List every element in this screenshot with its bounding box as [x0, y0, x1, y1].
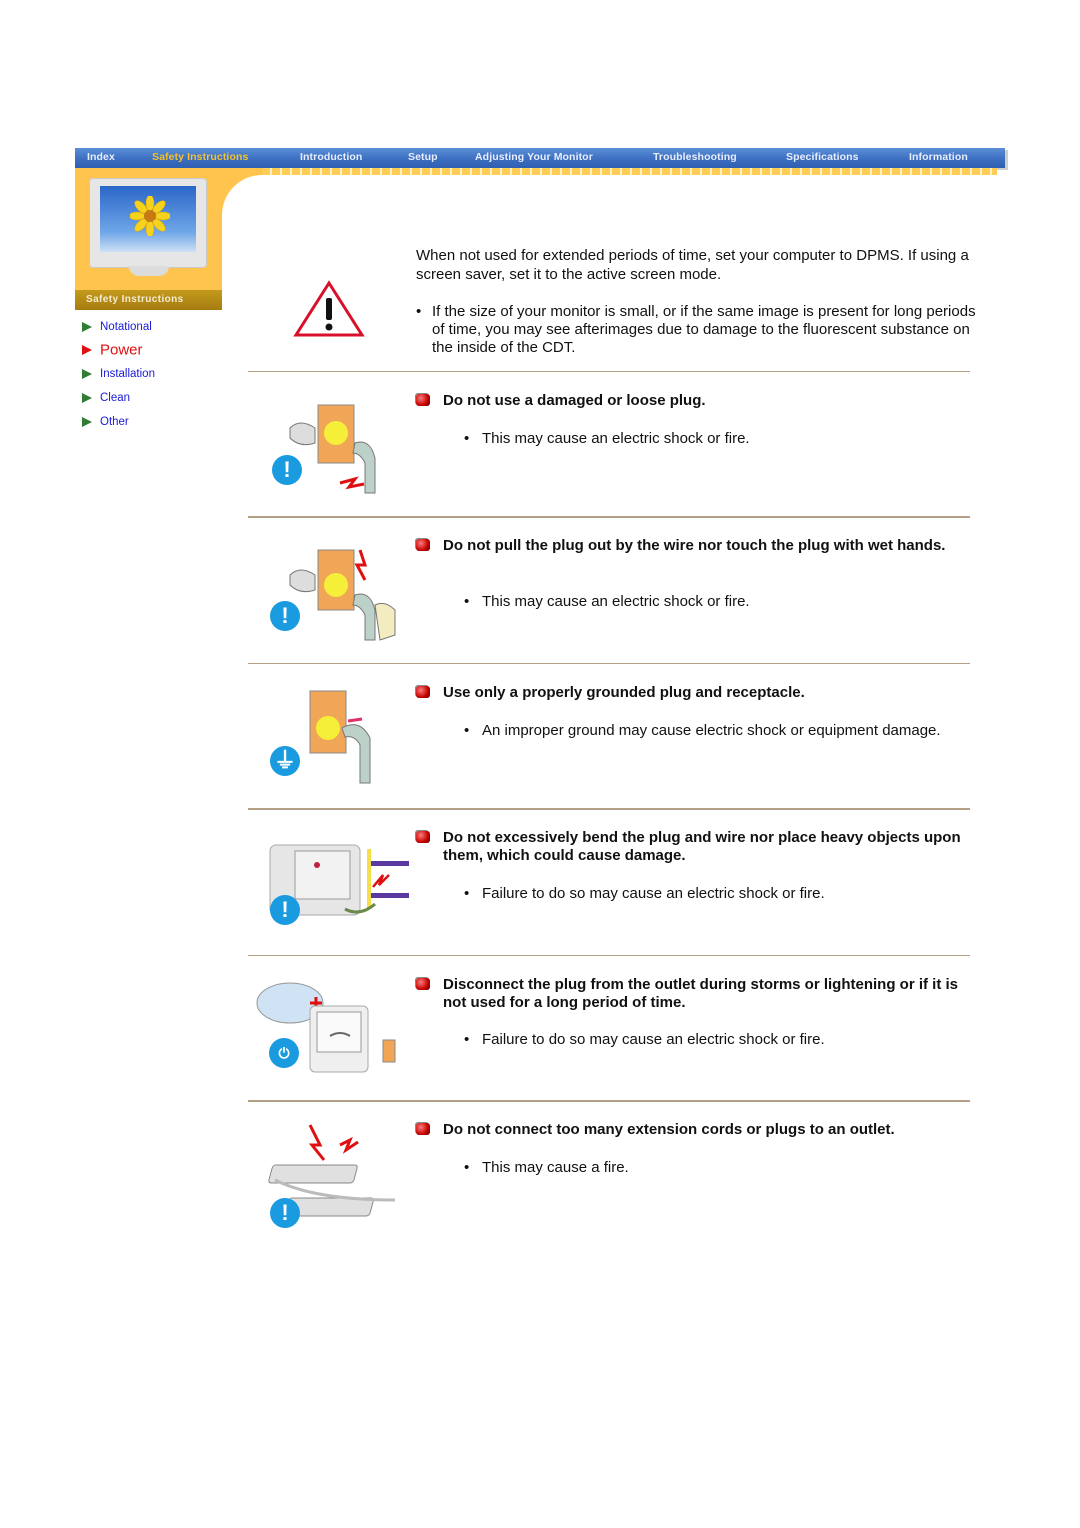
sidebar-item-label: Clean — [100, 391, 131, 404]
section-title: Use only a properly grounded plug and re… — [416, 684, 976, 702]
section-divider — [248, 955, 970, 956]
monitor-screen — [100, 186, 196, 252]
section-bullet: This may cause an electric shock or fire… — [464, 430, 962, 448]
section-divider — [248, 808, 970, 810]
intro-bullet: If the size of your monitor is small, or… — [416, 303, 992, 357]
section-bullet: This may cause an electric shock or fire… — [464, 593, 962, 611]
intro-paragraph: When not used for extended periods of ti… — [416, 247, 969, 283]
section-divider — [248, 371, 970, 372]
sidebar-item-label: Installation — [100, 367, 155, 380]
damaged-plug-illustration: ! — [270, 393, 410, 498]
arrow-right-icon — [82, 321, 92, 332]
sunflower-icon — [130, 196, 170, 236]
section-title: Do not use a damaged or loose plug. — [416, 392, 976, 410]
red-ball-icon — [416, 978, 430, 990]
exclamation-icon: ! — [270, 895, 300, 925]
bent-wire-illustration: ! — [265, 837, 410, 927]
sidebar-item-installation[interactable]: Installation — [82, 365, 155, 383]
ground-icon: ⏚ — [270, 746, 300, 776]
section-bullet: This may cause a fire. — [464, 1159, 962, 1177]
warning-triangle-icon — [293, 280, 365, 337]
section-divider — [248, 1100, 970, 1102]
nav-safety-instructions[interactable]: Safety Instructions — [152, 151, 248, 163]
nav-setup[interactable]: Setup — [408, 151, 438, 163]
section-bullet: Failure to do so may cause an electric s… — [464, 1031, 962, 1049]
monitor-illustration — [89, 178, 207, 278]
sidebar-item-other[interactable]: Other — [82, 413, 129, 431]
section-bullet: Failure to do so may cause an electric s… — [464, 885, 962, 903]
red-ball-icon — [416, 539, 430, 551]
nav-troubleshooting[interactable]: Troubleshooting — [653, 151, 737, 163]
section-title: Do not excessively bend the plug and wir… — [416, 829, 976, 865]
exclamation-icon: ! — [272, 455, 302, 485]
arrow-right-icon — [82, 368, 92, 379]
sidebar-item-clean[interactable]: Clean — [82, 389, 130, 407]
sidebar-item-notational[interactable]: Notational — [82, 318, 152, 336]
monitor-stand — [129, 266, 169, 276]
nav-index[interactable]: Index — [87, 151, 115, 163]
section-divider — [248, 516, 970, 518]
grounded-plug-illustration: ⏚ — [270, 686, 410, 791]
section-title: Do not pull the plug out by the wire nor… — [416, 537, 976, 555]
section-divider — [248, 663, 970, 664]
arrow-right-icon — [82, 392, 92, 403]
arrow-right-icon — [82, 344, 92, 355]
overloaded-outlet-illustration: ! — [265, 1120, 410, 1232]
wet-hands-plug-illustration: ! — [270, 545, 410, 645]
red-ball-icon — [416, 1123, 430, 1135]
unplug-icon: ⏻ — [269, 1038, 299, 1068]
nav-decorative-dashes — [222, 168, 997, 175]
red-ball-icon — [416, 394, 430, 406]
sidebar-item-power[interactable]: Power — [82, 341, 143, 359]
section-bullet: An improper ground may cause electric sh… — [464, 722, 962, 740]
sidebar-item-label: Other — [100, 415, 129, 428]
arrow-right-icon — [82, 416, 92, 427]
nav-specifications[interactable]: Specifications — [786, 151, 859, 163]
sidebar-item-label: Notational — [100, 320, 152, 333]
frame-curve — [222, 168, 282, 255]
section-title: Disconnect the plug from the outlet duri… — [416, 976, 976, 1012]
nav-introduction[interactable]: Introduction — [300, 151, 362, 163]
nav-information[interactable]: Information — [909, 151, 968, 163]
red-ball-icon — [416, 686, 430, 698]
sidebar-banner: Safety Instructions — [75, 290, 222, 310]
exclamation-icon: ! — [270, 1198, 300, 1228]
exclamation-icon: ! — [270, 601, 300, 631]
section-title: Do not connect too many extension cords … — [416, 1121, 976, 1139]
top-navigation: Index Safety Instructions Introduction S… — [75, 148, 1005, 168]
red-ball-icon — [416, 831, 430, 843]
sidebar-item-label: Power — [100, 341, 143, 359]
nav-adjusting-your-monitor[interactable]: Adjusting Your Monitor — [475, 151, 593, 163]
storm-unplug-illustration: ⏻ — [255, 978, 410, 1078]
